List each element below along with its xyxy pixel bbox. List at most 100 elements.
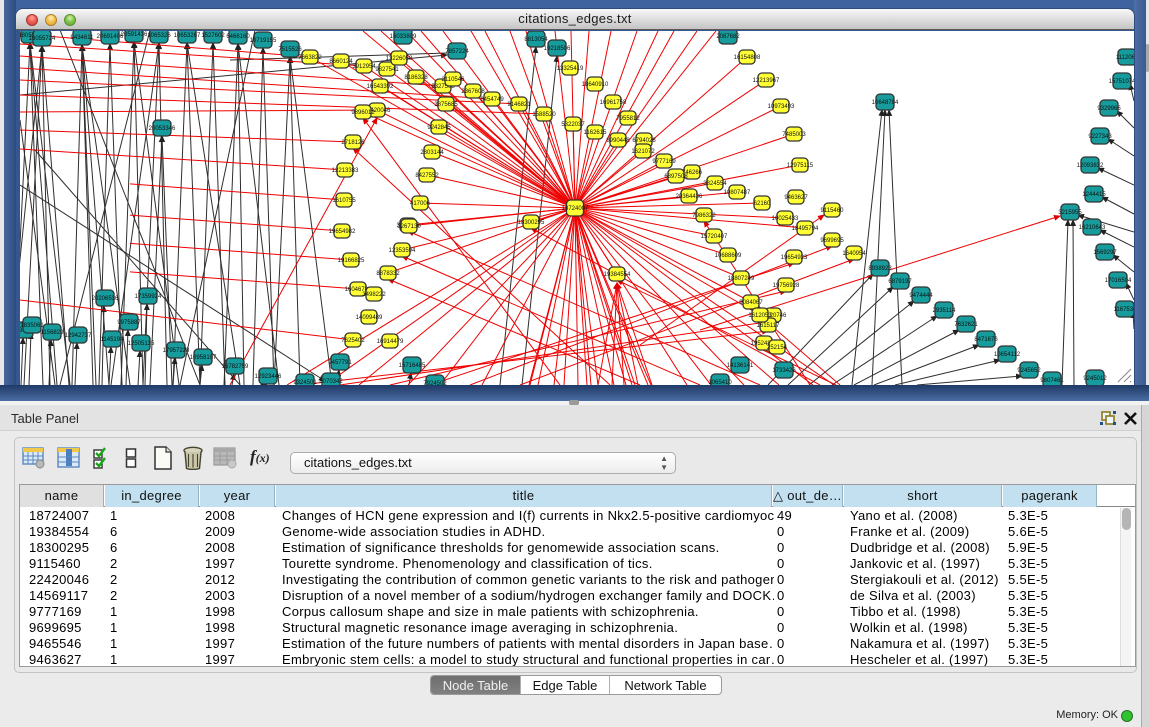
svg-text:20206536: 20206536 (92, 296, 119, 302)
svg-text:12975115: 12975115 (787, 163, 814, 169)
svg-text:13226058: 13226058 (386, 56, 413, 62)
svg-text:2935114: 2935114 (933, 308, 957, 314)
svg-text:7857224: 7857224 (445, 49, 469, 55)
svg-text:9329966: 9329966 (1097, 106, 1121, 112)
svg-text:12353594: 12353594 (389, 248, 416, 254)
svg-text:8878332: 8878332 (376, 271, 400, 277)
svg-text:15716485: 15716485 (399, 363, 426, 369)
svg-text:7632621: 7632621 (954, 322, 978, 328)
svg-text:17359924: 17359924 (135, 294, 162, 300)
svg-text:9245012: 9245012 (1083, 376, 1107, 382)
svg-text:1244415: 1244415 (1082, 192, 1106, 198)
svg-text:18640910: 18640910 (582, 82, 609, 88)
svg-text:12093832: 12093832 (1077, 163, 1104, 169)
svg-text:20591436: 20591436 (121, 32, 148, 38)
svg-text:5322037: 5322037 (561, 122, 585, 128)
svg-text:3912954: 3912954 (352, 64, 376, 70)
svg-text:9896012: 9896012 (351, 110, 375, 116)
svg-text:62160: 62160 (754, 201, 771, 207)
svg-text:8938923: 8938923 (868, 266, 892, 272)
svg-text:12213383: 12213383 (332, 168, 359, 174)
svg-text:6897508: 6897508 (664, 174, 688, 180)
svg-text:3875685: 3875685 (434, 102, 458, 108)
svg-text:19756928: 19756928 (773, 283, 800, 289)
svg-text:1733426: 1733426 (772, 368, 796, 374)
svg-text:8660124: 8660124 (329, 59, 353, 65)
svg-text:19654923: 19654923 (781, 255, 808, 261)
svg-text:15720407: 15720407 (701, 234, 728, 240)
svg-text:14099489: 14099489 (356, 315, 383, 321)
svg-text:6794028: 6794028 (632, 138, 656, 144)
svg-text:9242845: 9242845 (427, 125, 451, 131)
svg-text:9827541: 9827541 (375, 67, 399, 73)
svg-text:8186328: 8186328 (404, 75, 428, 81)
svg-text:7515526: 7515526 (278, 47, 302, 53)
svg-text:13325419: 13325419 (557, 66, 584, 72)
svg-text:17016504: 17016504 (1105, 278, 1132, 284)
svg-text:12505135: 12505135 (128, 341, 155, 347)
svg-text:19218506: 19218506 (544, 46, 571, 52)
svg-text:8990448: 8990448 (606, 138, 630, 144)
svg-text:19166825: 19166825 (338, 258, 365, 264)
svg-text:1640954: 1640954 (842, 251, 866, 257)
svg-text:417006: 417006 (410, 201, 431, 207)
svg-text:10648784: 10648784 (872, 100, 899, 106)
svg-text:18724007: 18724007 (562, 206, 589, 212)
svg-text:1167534: 1167534 (1114, 307, 1134, 313)
svg-text:9699695: 9699695 (820, 238, 844, 244)
svg-text:9245652: 9245652 (1017, 368, 1041, 374)
svg-text:18055724: 18055724 (29, 36, 56, 42)
svg-text:2367608: 2367608 (461, 89, 485, 95)
svg-text:2087682: 2087682 (716, 34, 740, 40)
svg-text:1612053: 1612053 (748, 313, 772, 319)
svg-text:10807487: 10807487 (724, 190, 751, 196)
svg-text:1615117: 1615117 (757, 323, 781, 329)
svg-text:9975887: 9975887 (117, 320, 141, 326)
svg-text:9434611: 9434611 (71, 35, 95, 41)
svg-text:2803144: 2803144 (420, 150, 444, 156)
svg-text:1835061: 1835061 (20, 323, 44, 329)
svg-text:1588520: 1588520 (532, 112, 556, 118)
svg-text:10688609: 10688609 (715, 253, 742, 259)
svg-text:16961758: 16961758 (600, 100, 627, 106)
svg-text:1162615: 1162615 (584, 130, 608, 136)
svg-text:10025433: 10025433 (772, 216, 799, 222)
svg-text:9474444: 9474444 (909, 293, 933, 299)
svg-text:8427552: 8427552 (415, 173, 439, 179)
svg-text:3498222: 3498222 (362, 292, 386, 298)
svg-text:8813054: 8813054 (524, 37, 548, 43)
svg-text:15751074: 15751074 (1109, 79, 1134, 85)
svg-text:3824554: 3824554 (703, 181, 727, 187)
svg-text:10654112: 10654112 (994, 352, 1021, 358)
svg-text:18300295: 18300295 (518, 220, 545, 226)
svg-text:8471676: 8471676 (974, 337, 998, 343)
svg-text:9084067: 9084067 (739, 300, 763, 306)
svg-text:10958107: 10958107 (190, 355, 217, 361)
svg-text:6466160: 6466160 (226, 34, 250, 40)
svg-text:1610755: 1610755 (332, 198, 356, 204)
svg-text:1621072: 1621072 (631, 149, 655, 155)
svg-text:6879197: 6879197 (888, 279, 912, 285)
svg-text:9146821: 9146821 (507, 102, 531, 108)
svg-text:12942737: 12942737 (65, 333, 92, 339)
svg-text:9807461: 9807461 (1040, 378, 1064, 384)
svg-text:20364436: 20364436 (676, 194, 703, 200)
svg-text:10973493: 10973493 (768, 104, 795, 110)
svg-text:10719155: 10719155 (250, 38, 277, 44)
svg-text:16782759: 16782759 (222, 364, 249, 370)
svg-text:17957223: 17957223 (163, 348, 190, 354)
svg-text:7955812: 7955812 (616, 116, 640, 122)
svg-text:9457791: 9457791 (328, 360, 352, 366)
svg-text:1065326: 1065326 (147, 33, 171, 39)
svg-text:9463627: 9463627 (784, 195, 808, 201)
svg-text:3267130: 3267130 (397, 224, 421, 230)
svg-text:16033809: 16033809 (390, 34, 417, 40)
svg-text:1145194: 1145194 (101, 337, 125, 343)
svg-text:16914479: 16914479 (377, 339, 404, 345)
svg-text:1112065: 1112065 (1116, 55, 1134, 61)
svg-text:7485003: 7485003 (782, 132, 806, 138)
svg-text:3215955: 3215955 (1058, 210, 1082, 216)
svg-text:12213967: 12213967 (753, 78, 780, 84)
svg-text:16543392: 16543392 (367, 84, 394, 90)
svg-text:7663822: 7663822 (298, 55, 322, 61)
